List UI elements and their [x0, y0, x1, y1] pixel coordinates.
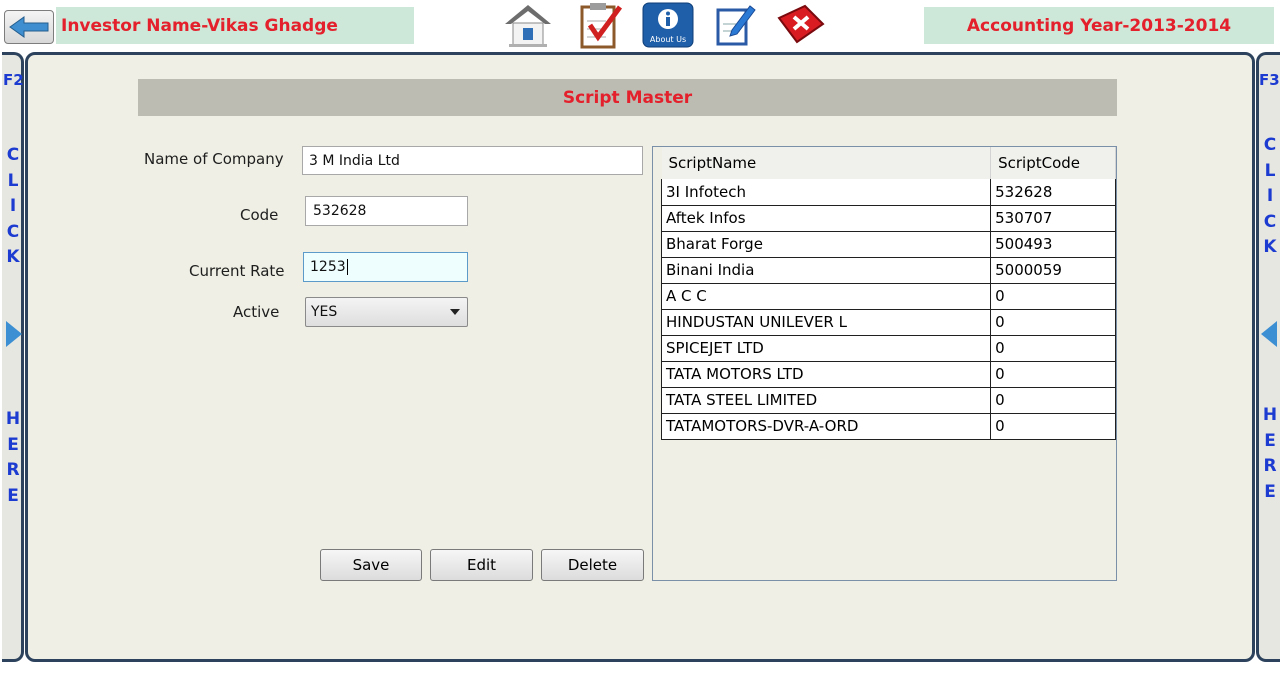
home-button[interactable] [502, 2, 554, 48]
edit-form-button[interactable] [708, 2, 760, 48]
script-code-cell: 0 [990, 335, 1116, 362]
script-code-cell: 0 [990, 309, 1116, 336]
script-code-cell: 0 [990, 361, 1116, 388]
table-row[interactable]: SPICEJET LTD 0 [660, 335, 1116, 362]
script-table: ScriptName ScriptCode 3I Infotech 532628 … [660, 147, 1116, 440]
about-us-button[interactable]: About Us [642, 2, 694, 48]
table-row[interactable]: Aftek Infos 530707 [660, 205, 1116, 232]
script-name-cell: 3I Infotech [660, 179, 992, 206]
accounting-year: Accounting Year-2013-2014 [924, 7, 1274, 44]
here-label-right: HERE [1262, 405, 1278, 502]
f3-key-label: F3 [1259, 71, 1280, 89]
save-button[interactable]: Save [320, 549, 422, 581]
table-row[interactable]: TATA MOTORS LTD 0 [660, 361, 1116, 388]
script-name-cell: Binani India [660, 257, 992, 284]
table-row[interactable]: A C C0 [660, 283, 1116, 310]
script-name-cell: SPICEJET LTD [660, 335, 992, 362]
active-select[interactable]: YES [305, 297, 468, 327]
table-row[interactable]: 3I Infotech 532628 [660, 179, 1116, 206]
left-side-panel[interactable]: F2 CLICK HERE [2, 52, 24, 662]
checklist-icon [580, 3, 623, 49]
code-label: Code [240, 206, 279, 224]
about-us-label: About Us [650, 35, 686, 44]
home-icon [505, 5, 551, 47]
script-code-cell: 0 [990, 413, 1116, 440]
script-code-cell: 5000059 [990, 257, 1116, 284]
back-arrow-icon [9, 16, 49, 38]
click-label-left: CLICK [6, 145, 20, 267]
here-label-left: HERE [5, 409, 21, 506]
expand-arrow-icon[interactable] [6, 321, 22, 347]
table-row[interactable]: HINDUSTAN UNILEVER L0 [660, 309, 1116, 336]
rate-value: 1253 [310, 259, 346, 275]
script-code-cell: 0 [990, 283, 1116, 310]
company-input[interactable]: 3 M India Ltd [302, 146, 643, 175]
back-button[interactable] [4, 10, 54, 44]
edit-button[interactable]: Edit [430, 549, 533, 581]
script-grid[interactable]: ScriptName ScriptCode 3I Infotech 532628 … [652, 146, 1117, 581]
click-label-right: CLICK [1263, 135, 1277, 257]
info-icon: About Us [642, 2, 694, 48]
active-label: Active [233, 303, 280, 321]
code-input[interactable]: 532628 [305, 196, 468, 226]
script-name-cell: Bharat Forge [660, 231, 992, 258]
script-code-cell: 530707 [990, 205, 1116, 232]
script-name-cell: A C C [660, 283, 992, 310]
active-value: YES [311, 304, 338, 320]
script-name-cell: TATA STEEL LIMITED [660, 387, 992, 414]
f2-key-label: F2 [3, 71, 24, 89]
edit-document-icon [716, 5, 756, 46]
script-code-cell: 0 [990, 387, 1116, 414]
table-row[interactable]: Bharat Forge 500493 [660, 231, 1116, 258]
form-title: Script Master [138, 79, 1117, 116]
table-row[interactable]: TATAMOTORS-DVR-A-ORD 0 [660, 413, 1116, 440]
script-name-cell: TATAMOTORS-DVR-A-ORD [660, 413, 992, 440]
table-row[interactable]: Binani India 5000059 [660, 257, 1116, 284]
delete-button[interactable]: Delete [541, 549, 644, 581]
rate-input[interactable]: 1253 [303, 252, 468, 282]
script-name-cell: Aftek Infos [660, 205, 992, 232]
rate-label: Current Rate [189, 262, 285, 280]
table-row[interactable]: TATA STEEL LIMITED 0 [660, 387, 1116, 414]
investor-name: Investor Name-Vikas Ghadge [56, 7, 414, 44]
company-label: Name of Company [144, 150, 284, 168]
script-name-cell: TATA MOTORS LTD [660, 361, 992, 388]
script-name-cell: HINDUSTAN UNILEVER L [660, 309, 992, 336]
exit-button[interactable] [774, 2, 826, 48]
text-cursor [346, 259, 348, 275]
column-header-scriptname[interactable]: ScriptName [661, 147, 992, 179]
collapse-arrow-icon[interactable] [1261, 321, 1277, 347]
chevron-down-icon [450, 309, 460, 315]
script-code-cell: 500493 [990, 231, 1116, 258]
checklist-button[interactable] [574, 2, 626, 49]
close-icon [777, 4, 825, 44]
script-code-cell: 532628 [990, 179, 1116, 206]
column-header-scriptcode[interactable]: ScriptCode [990, 147, 1116, 179]
right-side-panel[interactable]: F3 CLICK HERE [1256, 52, 1280, 662]
